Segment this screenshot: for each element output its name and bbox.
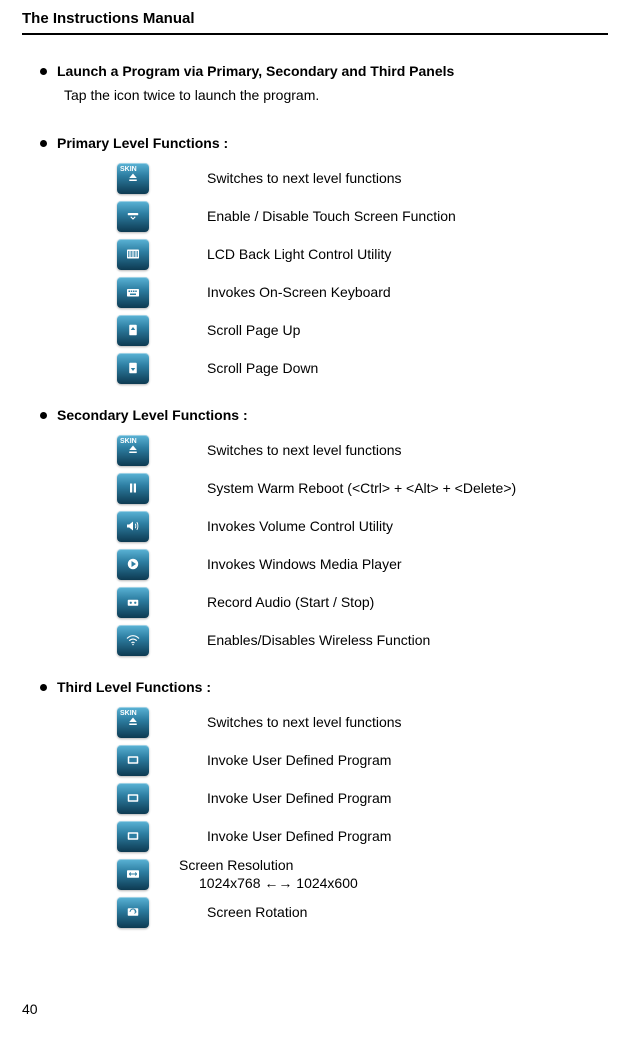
- rotation-icon: [117, 897, 149, 928]
- func-desc: Switches to next level functions: [207, 713, 402, 731]
- bullet-icon: [40, 684, 47, 691]
- func-desc: Scroll Page Up: [207, 321, 300, 339]
- bullet-icon: [40, 412, 47, 419]
- list-item: LCD Back Light Control Utility: [117, 235, 608, 273]
- volume-icon: [117, 511, 149, 542]
- primary-section: Primary Level Functions : Switches to ne…: [22, 135, 608, 387]
- secondary-table: Switches to next level functions System …: [117, 431, 608, 659]
- wireless-icon: [117, 625, 149, 656]
- func-desc: Invoke User Defined Program: [207, 789, 391, 807]
- func-desc: Enables/Disables Wireless Function: [207, 631, 430, 649]
- record-icon: [117, 587, 149, 618]
- list-item: Invoke User Defined Program: [117, 817, 608, 855]
- list-item: Screen Rotation: [117, 893, 608, 931]
- func-desc: Invoke User Defined Program: [207, 827, 391, 845]
- func-desc: System Warm Reboot (<Ctrl> + <Alt> + <De…: [207, 479, 516, 497]
- skin-icon: [117, 707, 149, 738]
- list-item: Invoke User Defined Program: [117, 741, 608, 779]
- user-prog-icon: [117, 783, 149, 814]
- func-desc: Invoke User Defined Program: [207, 751, 391, 769]
- primary-table: Switches to next level functions Enable …: [117, 159, 608, 387]
- func-desc: LCD Back Light Control Utility: [207, 245, 391, 263]
- list-item: Invokes Volume Control Utility: [117, 507, 608, 545]
- resolution-icon: [117, 859, 149, 890]
- user-prog-icon: [117, 821, 149, 852]
- backlight-icon: [117, 239, 149, 270]
- list-item: System Warm Reboot (<Ctrl> + <Alt> + <De…: [117, 469, 608, 507]
- resolution-line2: 1024x768 ←→ 1024x600: [199, 874, 358, 892]
- list-item: Screen Resolution 1024x768 ←→ 1024x600: [117, 855, 608, 893]
- list-item: Enable / Disable Touch Screen Function: [117, 197, 608, 235]
- list-item: Switches to next level functions: [117, 703, 608, 741]
- func-desc: Invokes Windows Media Player: [207, 555, 402, 573]
- page-number: 40: [22, 1001, 38, 1017]
- bullet-icon: [40, 140, 47, 147]
- keyboard-icon: [117, 277, 149, 308]
- resolution-line1: Screen Resolution: [179, 856, 358, 874]
- reboot-icon: [117, 473, 149, 504]
- func-desc: Switches to next level functions: [207, 169, 402, 187]
- third-table: Switches to next level functions Invoke …: [117, 703, 608, 931]
- launch-section: Launch a Program via Primary, Secondary …: [22, 63, 608, 103]
- list-item: Invoke User Defined Program: [117, 779, 608, 817]
- secondary-heading-text: Secondary Level Functions :: [57, 407, 248, 423]
- launch-heading: Launch a Program via Primary, Secondary …: [22, 63, 608, 79]
- skin-icon: [117, 163, 149, 194]
- launch-intro: Tap the icon twice to launch the program…: [64, 87, 608, 103]
- secondary-section: Secondary Level Functions : Switches to …: [22, 407, 608, 659]
- manual-title: The Instructions Manual: [22, 10, 608, 33]
- list-item: Scroll Page Up: [117, 311, 608, 349]
- primary-heading-text: Primary Level Functions :: [57, 135, 228, 151]
- func-desc: Record Audio (Start / Stop): [207, 593, 374, 611]
- user-prog-icon: [117, 745, 149, 776]
- func-desc: Screen Rotation: [207, 903, 307, 921]
- skin-icon: [117, 435, 149, 466]
- secondary-heading: Secondary Level Functions :: [22, 407, 608, 423]
- list-item: Invokes On-Screen Keyboard: [117, 273, 608, 311]
- scroll-up-icon: [117, 315, 149, 346]
- list-item: Invokes Windows Media Player: [117, 545, 608, 583]
- list-item: Scroll Page Down: [117, 349, 608, 387]
- func-desc: Enable / Disable Touch Screen Function: [207, 207, 456, 225]
- list-item: Record Audio (Start / Stop): [117, 583, 608, 621]
- func-desc: Invokes On-Screen Keyboard: [207, 283, 391, 301]
- bullet-icon: [40, 68, 47, 75]
- launch-heading-text: Launch a Program via Primary, Secondary …: [57, 63, 454, 79]
- func-desc: Invokes Volume Control Utility: [207, 517, 393, 535]
- third-section: Third Level Functions : Switches to next…: [22, 679, 608, 931]
- touch-icon: [117, 201, 149, 232]
- primary-heading: Primary Level Functions :: [22, 135, 608, 151]
- func-desc: Scroll Page Down: [207, 359, 318, 377]
- scroll-down-icon: [117, 353, 149, 384]
- func-desc: Screen Resolution 1024x768 ←→ 1024x600: [179, 856, 358, 892]
- media-player-icon: [117, 549, 149, 580]
- func-desc: Switches to next level functions: [207, 441, 402, 459]
- list-item: Switches to next level functions: [117, 159, 608, 197]
- header-divider: [22, 33, 608, 35]
- page-header: The Instructions Manual: [22, 10, 608, 35]
- third-heading: Third Level Functions :: [22, 679, 608, 695]
- list-item: Enables/Disables Wireless Function: [117, 621, 608, 659]
- third-heading-text: Third Level Functions :: [57, 679, 211, 695]
- list-item: Switches to next level functions: [117, 431, 608, 469]
